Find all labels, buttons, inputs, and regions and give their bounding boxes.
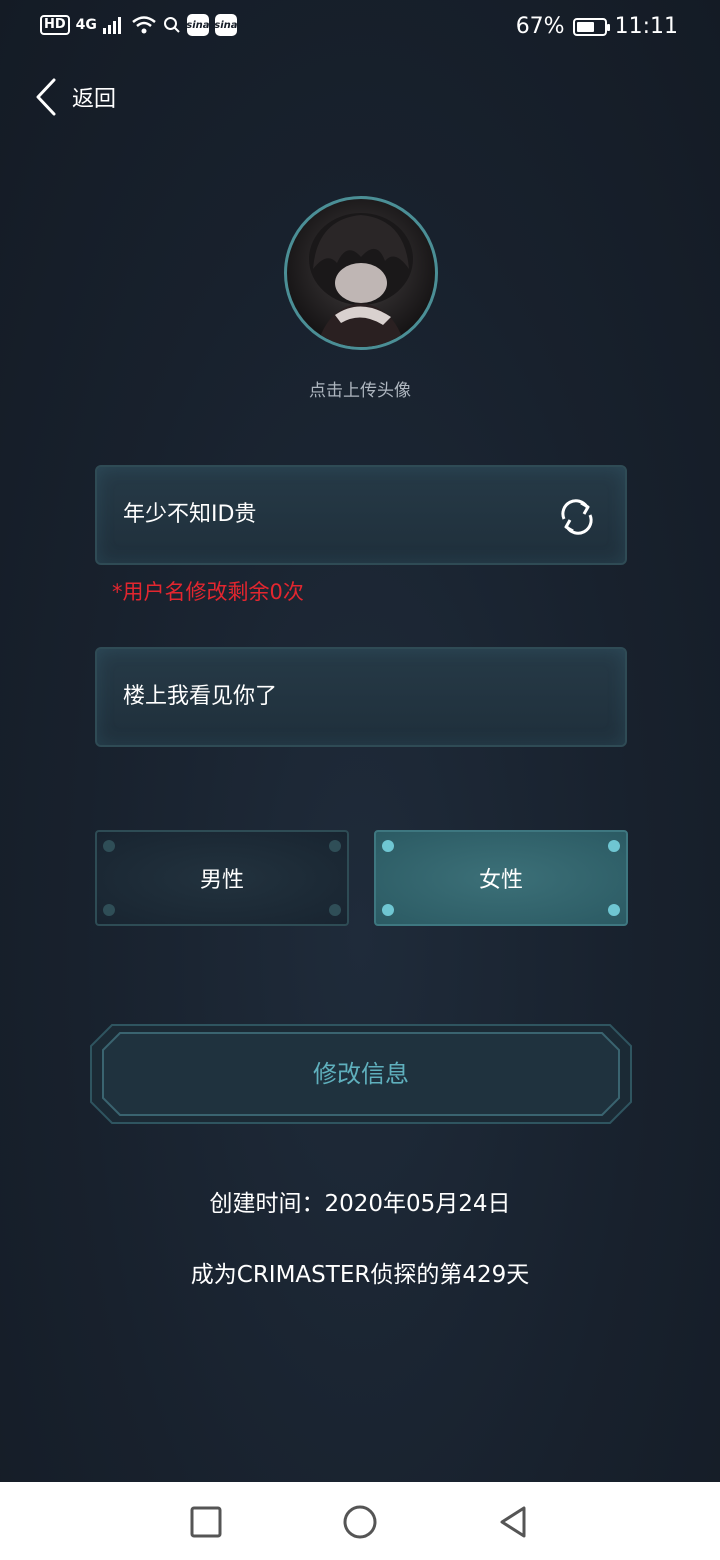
corner-dot xyxy=(608,904,620,916)
back-label: 返回 xyxy=(72,87,117,112)
corner-dot xyxy=(608,840,620,852)
gender-female-button[interactable]: 女性 xyxy=(374,830,628,926)
home-icon[interactable] xyxy=(340,1502,380,1542)
gender-male-button[interactable]: 男性 xyxy=(95,830,349,926)
recent-apps-icon[interactable] xyxy=(186,1502,226,1542)
battery-percent: 67% xyxy=(515,14,565,39)
status-bar: HD 4G sina sina 67% 11:11 xyxy=(0,0,720,56)
sina-weibo-icon: sina xyxy=(214,14,238,36)
avatar-caption: 点击上传头像 xyxy=(309,381,411,401)
gender-male-label: 男性 xyxy=(199,868,244,893)
signature-field[interactable]: 楼上我看见你了 xyxy=(95,647,627,747)
system-nav-bar xyxy=(0,1482,720,1560)
search-icon xyxy=(163,17,180,33)
back-button[interactable]: 返回 xyxy=(30,76,116,118)
corner-dot xyxy=(382,840,394,852)
corner-dot xyxy=(329,904,341,916)
battery-icon xyxy=(572,17,610,36)
chevron-left-icon xyxy=(36,78,56,116)
sina-weibo-icon: sina xyxy=(186,14,210,36)
signature-value: 楼上我看见你了 xyxy=(123,684,278,709)
username-hint: *用户名修改剩余0次 xyxy=(112,580,304,604)
username-field[interactable]: 年少不知ID贵 xyxy=(95,465,627,565)
avatar[interactable] xyxy=(284,196,438,350)
back-nav-icon[interactable] xyxy=(494,1502,534,1542)
wifi-icon xyxy=(132,16,156,34)
submit-button[interactable]: 修改信息 xyxy=(90,1024,632,1124)
refresh-icon[interactable] xyxy=(557,497,597,537)
avatar-image xyxy=(309,213,413,347)
username-value: 年少不知ID贵 xyxy=(123,502,257,527)
created-date: 创建时间：2020年05月24日 xyxy=(209,1191,511,1217)
signal-icon xyxy=(102,17,121,34)
gender-female-label: 女性 xyxy=(478,868,523,893)
corner-dot xyxy=(329,840,341,852)
corner-dot xyxy=(103,904,115,916)
network-type: 4G xyxy=(75,17,97,33)
corner-dot xyxy=(103,840,115,852)
corner-dot xyxy=(382,904,394,916)
clock: 11:11 xyxy=(614,14,678,39)
submit-label: 修改信息 xyxy=(313,1060,409,1088)
detective-days: 成为CRIMASTER侦探的第429天 xyxy=(190,1262,530,1288)
hd-icon: HD xyxy=(40,15,70,35)
